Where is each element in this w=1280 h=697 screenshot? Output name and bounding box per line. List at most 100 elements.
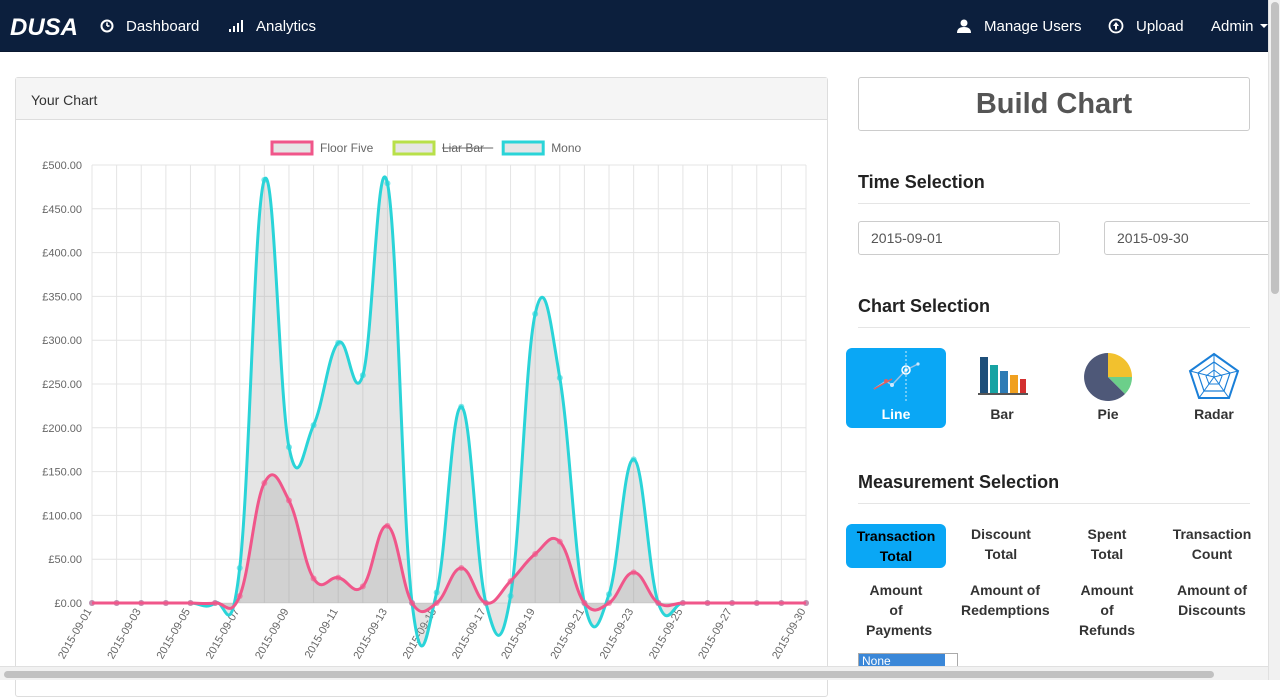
data-point xyxy=(138,600,145,606)
horizontal-scroll-thumb[interactable] xyxy=(4,671,1214,678)
chart-type-line[interactable]: Line xyxy=(846,348,946,428)
bar-chart-icon xyxy=(978,357,1028,395)
chart-type-pie-label: Pie xyxy=(1097,406,1119,422)
line-chart-icon xyxy=(873,351,920,403)
nav-dashboard[interactable]: Dashboard xyxy=(100,0,199,52)
data-point xyxy=(532,310,539,317)
data-point xyxy=(753,600,760,606)
x-tick-label: 2015-09-09 xyxy=(253,607,292,662)
y-tick-label: £250.00 xyxy=(42,379,82,391)
nav-upload[interactable]: Upload xyxy=(1108,0,1184,52)
user-icon xyxy=(956,19,972,33)
start-date-input[interactable] xyxy=(858,221,1060,255)
measure-spent-total[interactable]: Spent Total xyxy=(1057,524,1157,564)
chart-type-pie[interactable]: Pie xyxy=(1058,348,1158,428)
data-point xyxy=(606,591,613,598)
data-point xyxy=(89,600,95,606)
x-tick-label: 2015-09-05 xyxy=(155,607,194,662)
measurement-selection-title: Measurement Selection xyxy=(858,472,1250,504)
nav-dashboard-label: Dashboard xyxy=(126,17,200,35)
data-point xyxy=(655,600,662,606)
data-point xyxy=(212,600,219,606)
data-point xyxy=(532,550,539,557)
x-tick-label: 2015-09-21 xyxy=(548,607,587,662)
upload-icon xyxy=(1108,18,1124,34)
line-chart: £0.00 £50.00 £100.00 £150.00 £200.00 £250.00 £… xyxy=(42,140,809,662)
chart-type-bar[interactable]: Bar xyxy=(952,348,1052,428)
data-point xyxy=(285,444,292,451)
y-tick-label: £150.00 xyxy=(42,467,82,479)
measure-amount-payments[interactable]: Amount of Payments xyxy=(846,580,946,640)
data-point xyxy=(729,600,736,606)
data-point xyxy=(507,592,514,599)
y-tick-label: £100.00 xyxy=(42,510,82,522)
data-point xyxy=(261,479,268,486)
chart-type-radar-label: Radar xyxy=(1194,406,1234,422)
measure-amount-refunds[interactable]: Amount of Refunds xyxy=(1057,580,1157,640)
data-point xyxy=(433,589,440,596)
data-point xyxy=(679,600,686,606)
y-tick-label: £350.00 xyxy=(42,291,82,303)
x-tick-label: 2015-09-03 xyxy=(105,607,144,662)
x-tick-label: 2015-09-07 xyxy=(204,607,243,662)
series-area-mono xyxy=(92,176,806,647)
data-point xyxy=(162,600,169,606)
data-point xyxy=(556,538,563,545)
chart-type-radar[interactable]: Radar xyxy=(1164,348,1264,428)
data-point xyxy=(384,522,391,529)
data-point xyxy=(507,578,514,585)
nav-manage-users-label: Manage Users xyxy=(984,17,1082,35)
data-point xyxy=(285,497,292,504)
data-point xyxy=(803,600,809,606)
x-tick-label: 2015-09-27 xyxy=(696,607,735,662)
data-point xyxy=(433,600,440,606)
data-point xyxy=(606,600,613,606)
y-tick-label: £400.00 xyxy=(42,248,82,260)
measure-amount-discounts[interactable]: Amount of Discounts xyxy=(1162,580,1262,620)
chart-selection-title: Chart Selection xyxy=(858,296,1250,328)
x-tick-label: 2015-09-11 xyxy=(303,607,341,661)
x-tick-label: 2015-09-17 xyxy=(450,607,489,662)
nav-admin-dropdown[interactable]: Admin xyxy=(1211,0,1268,52)
data-point xyxy=(482,600,489,606)
vertical-scroll-thumb[interactable] xyxy=(1271,2,1279,294)
data-point xyxy=(630,456,637,463)
measure-transaction-count[interactable]: Transaction Count xyxy=(1162,524,1262,564)
brand-logo[interactable]: DUSA xyxy=(10,10,78,42)
legend-swatch xyxy=(392,140,436,156)
data-point xyxy=(310,422,317,429)
data-point xyxy=(581,600,588,606)
caret-down-icon xyxy=(1259,24,1268,28)
data-point xyxy=(458,403,465,410)
data-point xyxy=(384,180,391,187)
data-point xyxy=(778,600,785,606)
horizontal-scrollbar[interactable] xyxy=(0,666,1268,680)
data-point xyxy=(236,564,243,571)
vertical-scrollbar[interactable] xyxy=(1268,0,1280,680)
radar-chart-icon xyxy=(1188,352,1240,399)
legend-swatch xyxy=(501,140,545,156)
measure-discount-total[interactable]: Discount Total xyxy=(951,524,1051,564)
data-point xyxy=(556,374,563,381)
measure-amount-redemptions[interactable]: Amount of Redemptions xyxy=(951,580,1059,620)
data-point xyxy=(113,600,120,606)
signal-bars-icon xyxy=(228,19,244,33)
y-tick-label: £50.00 xyxy=(48,554,82,566)
data-point xyxy=(335,339,342,346)
measure-transaction-total[interactable]: Transaction Total xyxy=(846,524,946,568)
brand-text: DUSA xyxy=(10,14,78,41)
dashboard-icon xyxy=(100,19,114,33)
end-date-input[interactable] xyxy=(1104,221,1274,255)
build-chart-button[interactable]: Build Chart xyxy=(858,77,1250,131)
venue-select[interactable]: None xyxy=(858,653,958,667)
data-point xyxy=(187,600,194,606)
data-point xyxy=(261,176,268,183)
data-point xyxy=(704,600,711,606)
top-navbar: DUSA Dashboard Analytics Manage Users Up… xyxy=(0,0,1268,52)
legend-label: Mono xyxy=(551,141,581,155)
chart-type-line-label: Line xyxy=(881,406,911,422)
data-point xyxy=(458,564,465,571)
nav-manage-users[interactable]: Manage Users xyxy=(956,0,1082,52)
y-tick-label: £0.00 xyxy=(54,598,82,610)
nav-analytics[interactable]: Analytics xyxy=(228,0,316,52)
